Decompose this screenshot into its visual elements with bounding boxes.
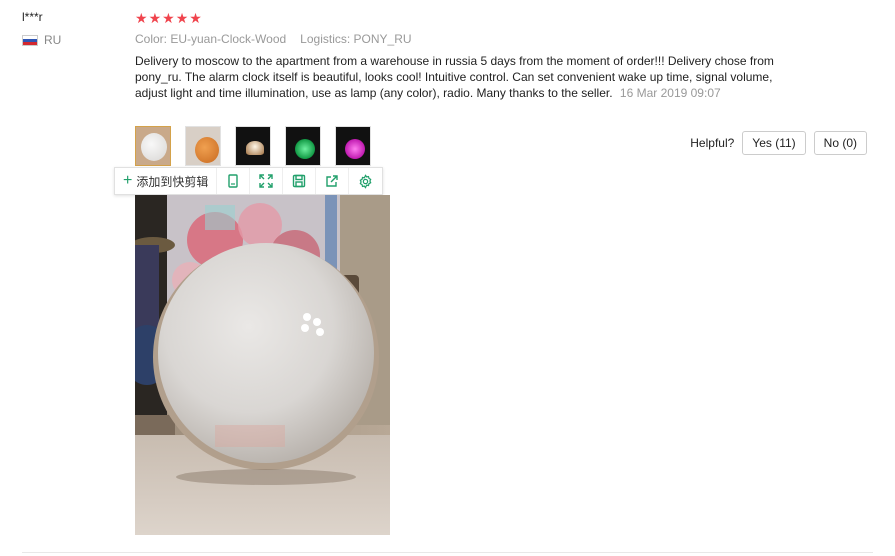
fullscreen-icon[interactable] [250,168,284,194]
star-icon: ★ [148,10,162,26]
helpful-label: Helpful? [690,136,735,150]
add-to-clip-button[interactable]: + 添加到快剪辑 [115,168,218,194]
settings-icon[interactable] [349,168,382,194]
star-icon: ★ [162,10,175,26]
helpful-panel: Helpful? Yes (11) No (0) [690,131,867,155]
reviewer-country: RU [22,33,61,47]
save-icon[interactable] [283,168,317,194]
reviewer-name: l***r [22,10,43,24]
helpful-yes-button[interactable]: Yes (11) [742,131,806,155]
star-icon: ★ [135,10,148,26]
review-photo[interactable] [135,195,390,535]
thumbnail-orange-lamp[interactable] [185,126,221,166]
add-to-clip-label: 添加到快剪辑 [136,174,209,189]
russia-flag-icon [22,34,38,46]
country-code: RU [44,33,62,47]
product-color: Color: EU-yuan-Clock-Wood [135,32,287,46]
rating-stars: ★ ★ ★ ★ ★ [135,10,202,26]
star-icon: ★ [175,10,189,26]
image-toolbar: + 添加到快剪辑 [114,167,384,195]
logistics: Logistics: PONY_RU [300,32,412,46]
plus-icon: + [123,172,133,189]
review-thumbnails [135,126,371,166]
thumbnail-green-lamp[interactable] [285,126,321,166]
clip-icon[interactable] [217,168,251,194]
thumbnail-dark-lamp[interactable] [235,126,271,166]
share-icon[interactable] [316,168,350,194]
review-date: 16 Mar 2019 09:07 [619,86,721,100]
thumbnail-pink-lamp[interactable] [335,126,371,166]
order-meta: Color: EU-yuan-Clock-Wood Logistics: PON… [135,32,412,46]
review-body: Delivery to moscow to the apartment from… [135,53,783,101]
thumbnail-white-lamp[interactable] [135,126,171,166]
star-icon: ★ [189,10,202,26]
helpful-no-button[interactable]: No (0) [813,131,867,155]
review-divider [22,552,873,553]
